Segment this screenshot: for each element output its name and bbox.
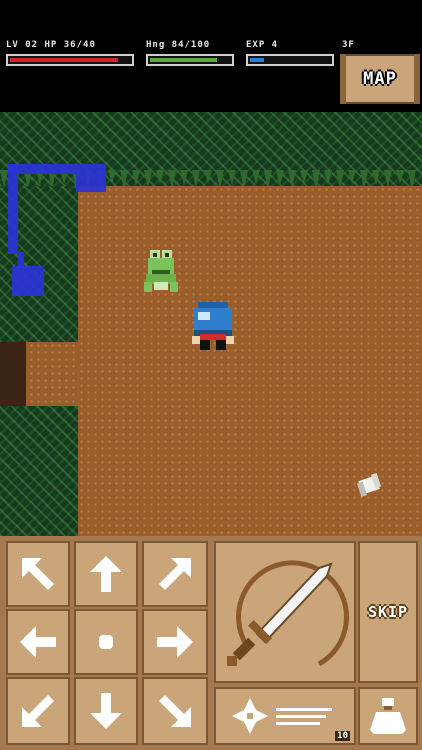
map-button[interactable]: MAP [340,54,420,104]
throw-item-button[interactable]: 10 [214,687,356,745]
bag-icon [370,698,406,734]
frog-enemy[interactable] [144,248,178,294]
dungeon-field[interactable] [0,112,422,536]
arrow-up-right-icon [159,558,191,590]
map-button-label: MAP [363,69,397,89]
hp-bar [6,54,134,66]
skip-button-label: SKIP [367,603,409,621]
arrow-up-icon [90,556,122,592]
arrow-left-icon [20,626,56,658]
move-left-button[interactable] [6,609,70,675]
grass-wall-left-lower [0,406,78,536]
wait-button[interactable] [74,609,138,675]
move-up-button[interactable] [74,541,138,607]
exp-bar-fill [250,58,265,62]
hunger-bar [146,54,234,66]
scroll-item[interactable] [354,472,384,498]
move-down-right-button[interactable] [142,677,208,745]
level-hp-label: LV 02 HP 36/40 [6,40,96,50]
arrow-down-left-icon [22,695,54,727]
floor-label: 3F [342,40,355,50]
control-panel: SKIP 10 [0,536,422,750]
hunger-label: Hng 84/100 [146,40,211,50]
sword-icon [227,560,349,667]
hp-bar-fill [10,58,118,62]
arrow-up-left-icon [22,558,54,590]
move-down-button[interactable] [74,677,138,745]
move-down-left-button[interactable] [6,677,70,745]
status-hud: LV 02 HP 36/40 Hng 84/100 EXP 4 3F MAP [0,0,422,112]
shuriken-icon [232,698,332,734]
arrow-down-right-icon [159,695,191,727]
dot-icon [99,635,113,649]
move-up-right-button[interactable] [142,541,208,607]
exp-bar [246,54,334,66]
attack-button[interactable] [214,541,356,683]
arrow-down-icon [90,693,122,729]
move-right-button[interactable] [142,609,208,675]
arrow-right-icon [157,626,193,658]
move-up-left-button[interactable] [6,541,70,607]
player-hero[interactable] [190,300,236,352]
exp-label: EXP 4 [246,40,279,50]
item-count-badge: 10 [335,731,350,741]
inventory-button[interactable] [358,687,418,745]
skip-button[interactable]: SKIP [358,541,418,683]
hunger-bar-fill [150,58,218,62]
dark-corridor-end [0,342,26,406]
